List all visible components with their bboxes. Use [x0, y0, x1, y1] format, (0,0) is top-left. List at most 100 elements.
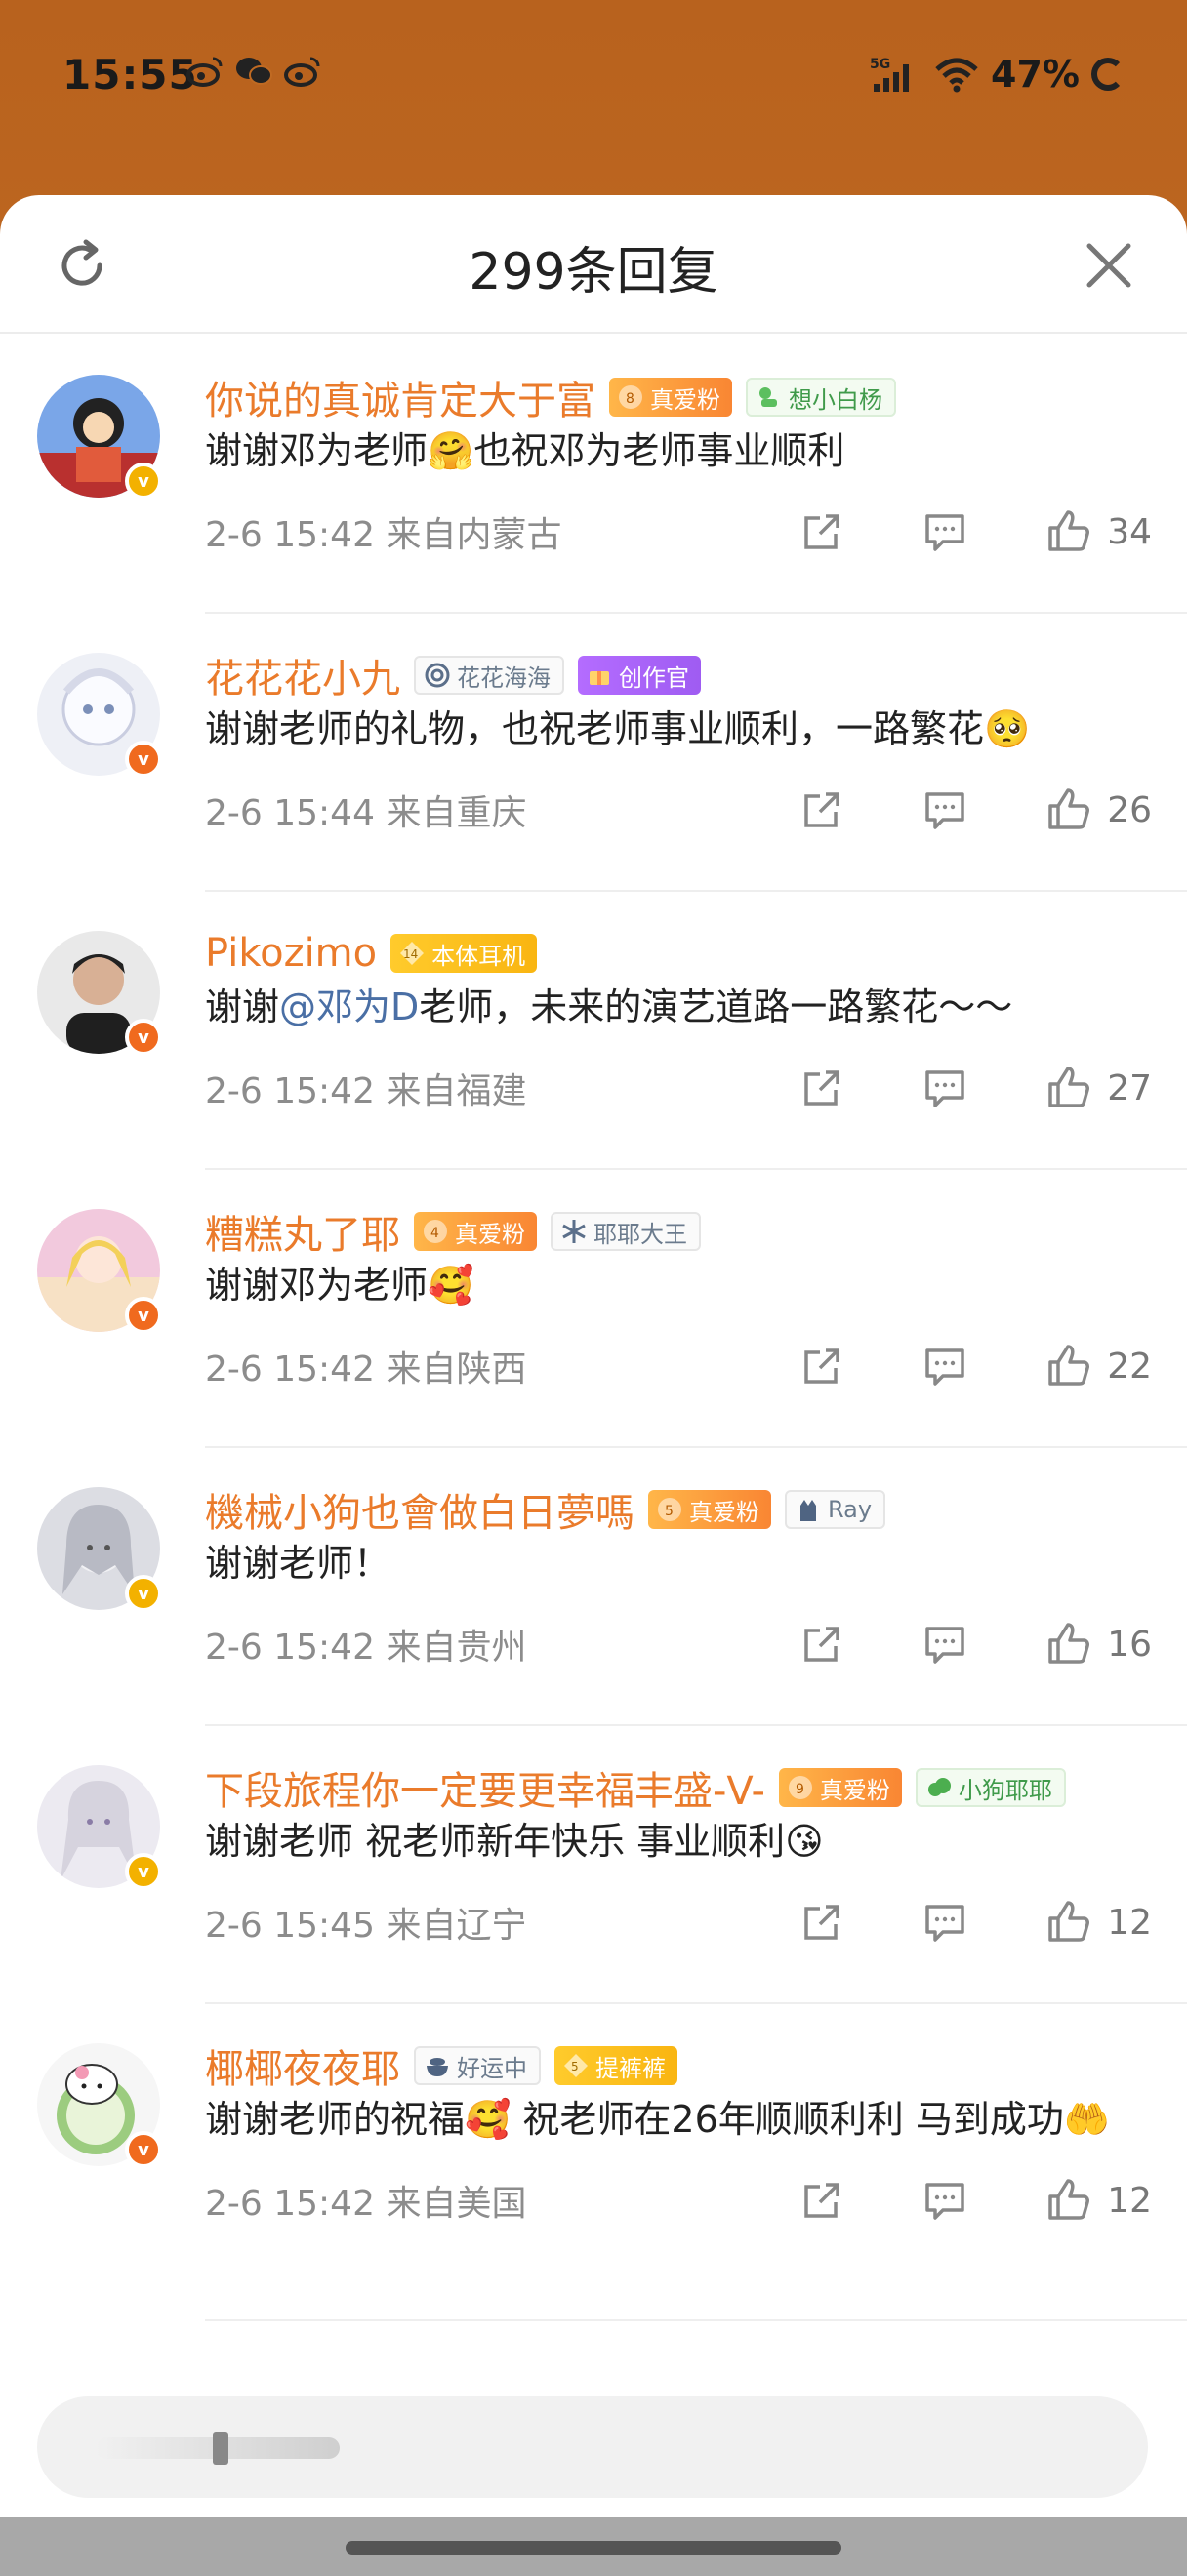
comment-meta: 2-6 15:45 来自辽宁 [205, 1906, 527, 1946]
reply-icon[interactable] [921, 786, 968, 833]
like-icon[interactable] [1044, 1621, 1091, 1668]
username[interactable]: 花花花小九 [205, 647, 400, 704]
close-icon[interactable] [1082, 238, 1136, 293]
lollipop-icon [425, 663, 450, 688]
reply-input[interactable] [37, 2396, 1148, 2498]
username[interactable]: 機械小狗也會做白日夢嗎 [205, 1481, 634, 1538]
comment-item[interactable]: v 糟糕丸了耶 4 真爱粉 耶耶大王 谢谢邓为老师🥰 2-6 15:42 来自陕西… [37, 1170, 1187, 1448]
reply-icon[interactable] [921, 1065, 968, 1111]
like-icon[interactable] [1044, 1899, 1091, 1946]
fan-badge[interactable]: 14 本体耳机 [390, 934, 538, 973]
group-badge[interactable]: 花花海海 [414, 656, 564, 695]
verified-badge: v [125, 1853, 162, 1890]
comment-text: 谢谢@邓为D老师，未来的演艺道路一路繁花～～ [205, 986, 1013, 1028]
comment-meta: 2-6 15:42 来自内蒙古 [205, 515, 562, 555]
bowl-icon [427, 2058, 448, 2076]
reply-icon[interactable] [921, 508, 968, 555]
avatar[interactable]: v [37, 1765, 162, 1890]
crown-icon: 8 [619, 385, 642, 409]
share-icon[interactable] [798, 1343, 845, 1389]
svg-text:8: 8 [626, 391, 634, 407]
comment-item[interactable]: v 你说的真诚肯定大于富 8 真爱粉 想小白杨 谢谢邓为老师🤗也祝邓为老师事业顺利… [37, 336, 1187, 614]
level-icon: 14 [400, 942, 425, 965]
verified-badge: v [125, 463, 162, 500]
comment-text: 谢谢老师的祝福🥰 祝老师在26年顺顺利利 马到成功🤲 [205, 2098, 1111, 2141]
like-icon[interactable] [1044, 1343, 1091, 1389]
sheet-header: 299条回复 [0, 195, 1187, 334]
input-placeholder-graphic [96, 2432, 340, 2465]
fan-badge[interactable]: 5 提裤裤 [554, 2046, 677, 2085]
group-badge[interactable]: 耶耶大王 [551, 1212, 701, 1251]
share-icon[interactable] [798, 508, 845, 555]
plant-icon [759, 387, 777, 407]
comment-text: 谢谢老师！ [205, 1542, 391, 1585]
share-icon[interactable] [798, 2177, 845, 2224]
comment-item[interactable]: v 花花花小九 花花海海 创作官 谢谢老师的礼物，也祝老师事业顺利，一路繁花🥺 … [37, 614, 1187, 892]
avatar[interactable]: v [37, 2043, 162, 2168]
like-icon[interactable] [1044, 786, 1091, 833]
username[interactable]: 你说的真诚肯定大于富 [205, 369, 595, 425]
like-icon[interactable] [1044, 508, 1091, 555]
avatar[interactable]: v [37, 1209, 162, 1334]
fan-badge[interactable]: 4 真爱粉 [414, 1212, 537, 1251]
creator-badge[interactable]: 创作官 [578, 656, 701, 695]
wechat-icon [236, 58, 272, 85]
username[interactable]: Pikozimo [205, 931, 377, 976]
comment-item[interactable]: v 椰椰夜夜耶 好运中 5 提裤裤 谢谢老师的祝福🥰 祝老师在26年顺顺利利 马到… [37, 2004, 1187, 2321]
like-count: 27 [1107, 1067, 1152, 1108]
notification-icons [185, 55, 322, 88]
group-badge[interactable]: 小狗耶耶 [915, 1768, 1066, 1807]
reply-icon[interactable] [921, 2177, 968, 2224]
system-nav-bar [0, 2517, 1187, 2576]
group-badge[interactable]: 好运中 [414, 2046, 541, 2085]
svg-text:9: 9 [796, 1782, 804, 1797]
username[interactable]: 椰椰夜夜耶 [205, 2037, 400, 2094]
comment-list: v 你说的真诚肯定大于富 8 真爱粉 想小白杨 谢谢邓为老师🤗也祝邓为老师事业顺利… [0, 336, 1187, 2321]
like-count: 26 [1107, 789, 1152, 830]
reply-icon[interactable] [921, 1343, 968, 1389]
wifi-icon [935, 58, 978, 93]
share-icon[interactable] [798, 1899, 845, 1946]
home-indicator[interactable] [346, 2541, 841, 2555]
fan-badge[interactable]: 5 真爱粉 [648, 1490, 771, 1529]
comment-item[interactable]: v 下段旅程你一定要更幸福丰盛-V- 9 真爱粉 小狗耶耶 谢谢老师 祝老师新年快… [37, 1726, 1187, 2004]
share-icon[interactable] [798, 1065, 845, 1111]
like-icon[interactable] [1044, 1065, 1091, 1111]
verified-badge: v [125, 1019, 162, 1056]
reply-icon[interactable] [921, 1621, 968, 1668]
status-time: 15:55 [62, 51, 198, 99]
status-bar: 15:55 5G 47% [0, 0, 1187, 146]
mention-link[interactable]: @邓为D [279, 986, 419, 1028]
reply-icon[interactable] [921, 1899, 968, 1946]
like-icon[interactable] [1044, 2177, 1091, 2224]
signal-icon: 5G [870, 57, 910, 92]
username[interactable]: 下段旅程你一定要更幸福丰盛-V- [205, 1759, 765, 1816]
svg-text:14: 14 [403, 947, 418, 961]
fan-badge[interactable]: 8 真爱粉 [609, 378, 732, 417]
crown-icon: 4 [424, 1220, 447, 1243]
avatar[interactable]: v [37, 931, 162, 1056]
like-count: 16 [1107, 1624, 1152, 1665]
share-icon[interactable] [798, 786, 845, 833]
like-count: 12 [1107, 1902, 1152, 1943]
svg-text:5G: 5G [870, 57, 890, 72]
group-badge[interactable]: 想小白杨 [746, 378, 896, 417]
comment-text: 谢谢邓为老师🥰 [205, 1264, 474, 1307]
avatar[interactable]: v [37, 375, 162, 500]
comment-text: 谢谢邓为老师🤗也祝邓为老师事业顺利 [205, 429, 845, 472]
comment-meta: 2-6 15:42 来自陕西 [205, 1349, 527, 1389]
comment-item[interactable]: v 機械小狗也會做白日夢嗎 5 真爱粉 Ray 谢谢老师！ 2-6 15:42 来… [37, 1448, 1187, 1726]
fan-badge[interactable]: 9 真爱粉 [778, 1768, 902, 1807]
avatar[interactable]: v [37, 1487, 162, 1612]
replies-sheet: 299条回复 v 你说的真诚肯定大于富 8 真爱粉 想小白杨 谢谢邓为老师🤗也祝邓… [0, 195, 1187, 2517]
crown-icon: 5 [658, 1498, 681, 1521]
avatar[interactable]: v [37, 653, 162, 778]
battery-icon [1091, 58, 1125, 91]
share-icon[interactable] [798, 1621, 845, 1668]
system-indicators: 5G 47% [870, 53, 1125, 96]
comment-item[interactable]: v Pikozimo 14 本体耳机 谢谢@邓为D老师，未来的演艺道路一路繁花～～… [37, 892, 1187, 1170]
username[interactable]: 糟糕丸了耶 [205, 1203, 400, 1260]
sheet-title: 299条回复 [469, 243, 718, 302]
verified-badge: v [125, 741, 162, 778]
group-badge[interactable]: Ray [785, 1490, 886, 1529]
